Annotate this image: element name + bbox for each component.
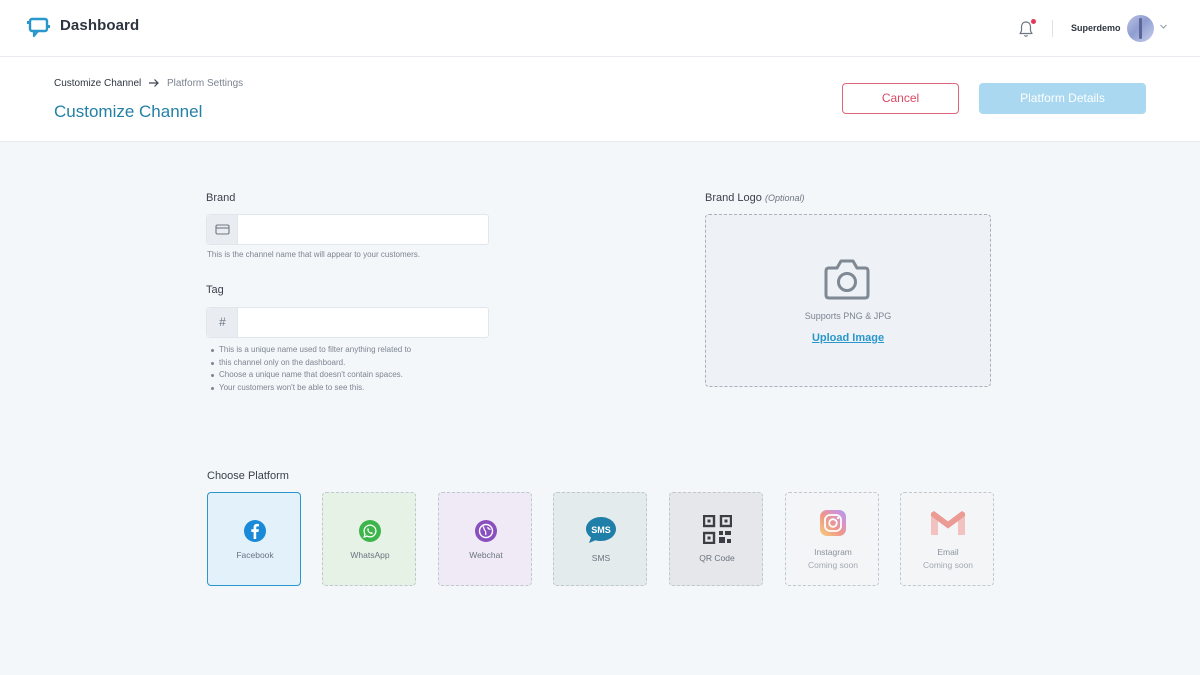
brand-logo-label: Brand Logo (Optional): [705, 192, 804, 204]
notification-dot: [1031, 19, 1036, 24]
platform-label: Webchat: [469, 550, 503, 560]
brand-input[interactable]: [239, 215, 488, 244]
chevron-down-icon[interactable]: [1159, 22, 1168, 31]
platform-card-webchat[interactable]: Webchat: [438, 492, 532, 586]
tag-input-addon: #: [207, 308, 238, 337]
app-title[interactable]: Dashboard: [60, 17, 139, 34]
app-logo-icon[interactable]: [27, 16, 51, 38]
upload-image-link[interactable]: Upload Image: [705, 332, 991, 344]
card-icon: [215, 224, 230, 235]
platform-card-email: Email Coming soon: [900, 492, 994, 586]
sms-icon: SMS: [586, 517, 616, 543]
platform-label: WhatsApp: [350, 550, 390, 560]
platform-card-facebook[interactable]: Facebook: [207, 492, 301, 586]
platform-label: Facebook: [236, 550, 274, 560]
coming-soon-label: Coming soon: [807, 560, 859, 570]
tag-note: Choose a unique name that doesn't contai…: [211, 369, 459, 382]
gmail-icon: [931, 511, 965, 535]
tag-notes: This is a unique name used to filter any…: [211, 344, 459, 395]
choose-platform-label: Choose Platform: [207, 470, 289, 482]
camera-icon: [824, 259, 870, 300]
platform-label: QR Code: [699, 553, 735, 563]
platform-label: Instagram: [814, 547, 852, 557]
breadcrumb-current[interactable]: Customize Channel: [54, 78, 141, 89]
breadcrumb-next: Platform Settings: [167, 78, 244, 89]
instagram-icon: [820, 510, 846, 536]
platform-details-button[interactable]: Platform Details: [979, 83, 1146, 114]
user-avatar[interactable]: [1127, 15, 1154, 42]
brand-help-text: This is the channel name that will appea…: [207, 250, 420, 259]
tag-input-group: #: [206, 307, 489, 338]
arrow-right-icon: [149, 79, 159, 87]
brand-input-group: [206, 214, 489, 245]
tag-label: Tag: [206, 284, 224, 296]
platform-label: SMS: [591, 553, 611, 563]
brand-logo-label-text: Brand Logo: [705, 192, 762, 204]
tag-input[interactable]: [239, 308, 488, 337]
nav-divider: [1052, 20, 1053, 37]
facebook-icon: [244, 520, 266, 542]
platform-label: Email: [937, 547, 959, 557]
qr-code-icon: [702, 515, 732, 544]
webchat-icon: [475, 520, 497, 542]
cancel-button[interactable]: Cancel: [842, 83, 959, 114]
platform-card-whatsapp[interactable]: WhatsApp: [322, 492, 416, 586]
brand-label: Brand: [206, 192, 236, 204]
platform-card-qr-code[interactable]: QR Code: [669, 492, 763, 586]
tag-note: this channel only on the dashboard.: [211, 357, 459, 370]
optional-tag: (Optional): [764, 193, 805, 203]
page-title: Customize Channel: [54, 102, 203, 121]
coming-soon-label: Coming soon: [922, 560, 974, 570]
platform-card-instagram: Instagram Coming soon: [785, 492, 879, 586]
user-name[interactable]: Superdemo: [1071, 23, 1121, 33]
hash-icon: #: [219, 315, 226, 329]
upload-support-text: Supports PNG & JPG: [804, 311, 892, 321]
whatsapp-icon: [359, 520, 381, 542]
platform-card-sms[interactable]: SMS SMS: [553, 492, 647, 586]
svg-text:SMS: SMS: [591, 525, 611, 535]
tag-note: Your customers won't be able to see this…: [211, 382, 459, 395]
brand-input-addon: [207, 215, 238, 244]
tag-note: This is a unique name used to filter any…: [211, 344, 459, 357]
